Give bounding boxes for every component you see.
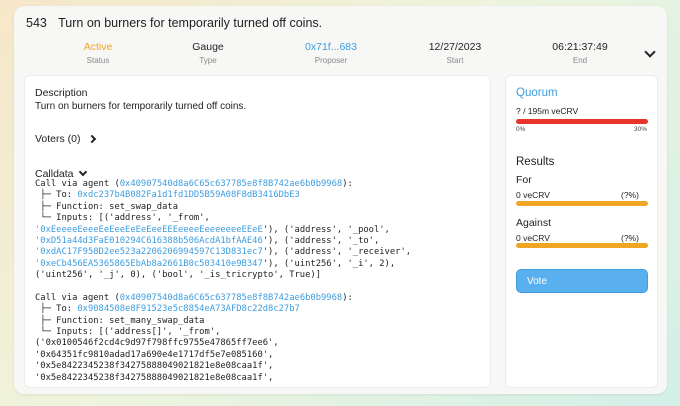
calldata-text: ): — [342, 292, 353, 303]
calldata-line: Call via agent (0x40907540d8a6C65c637785… — [35, 293, 485, 304]
calldata-line — [35, 282, 485, 293]
calldata-line: '0x5e8422345238f34275888049021821e8e08ca… — [35, 373, 485, 384]
proposal-meta: Active Status Gauge Type 0x71f...683 Pro… — [14, 41, 667, 75]
calldata-text: └─ Inputs: [('address[]', '_from', — [35, 327, 221, 338]
calldata-address-link[interactable]: 0x40907540d8a6C65c637785e8f8B742ae6b0b99… — [120, 293, 342, 303]
calldata-line: '0x64351fc9810adad17a690e4e1717df5e7e085… — [35, 350, 485, 361]
calldata-line: '0xeCb456EA5365865EbAb8a2661B0c503410e9B… — [35, 259, 485, 270]
calldata-address-link[interactable]: '0xD51a44d3FaE010294C616388b506AcdA1bfAA… — [35, 236, 263, 246]
meta-start-value: 12/27/2023 — [428, 41, 482, 53]
calldata-line: '0xEeeeeEeeeEeEeeEeEeEeeEEEeeeeEeeeeeeeE… — [35, 225, 485, 236]
meta-start: 12/27/2023 Start — [400, 41, 510, 65]
calldata-text: ('uint256', '_j', 0), ('bool', '_is_tric… — [35, 270, 321, 281]
quorum-min-label: 0% — [516, 126, 526, 133]
meta-proposer-label: Proposer — [314, 56, 348, 65]
calldata-text: ├─ Function: set_many_swap_data — [35, 315, 205, 326]
chevron-down-icon — [78, 167, 87, 177]
calldata-text: Call via agent ( — [35, 179, 120, 189]
voting-panel: Quorum ? / 195m veCRV 0% 30% Results For… — [505, 75, 658, 388]
calldata-text: '), ('address', '_pool', — [262, 224, 390, 235]
vote-button[interactable]: Vote — [516, 269, 648, 293]
calldata-text: Call via agent ( — [35, 292, 120, 303]
calldata-address-link[interactable]: 0x40907540d8a6C65c637785e8f8B742ae6b0b99… — [120, 179, 342, 189]
calldata-line: ├─ To: 0xdc237b4B082Fa1d1fd1DD5B59A08F8d… — [35, 190, 485, 201]
calldata-line: Call via agent (0x40907540d8a6C65c637785… — [35, 179, 485, 190]
quorum-title: Quorum — [516, 87, 558, 99]
meta-type-value: Gauge — [192, 41, 224, 53]
calldata-line: ('uint256', '_j', 0), ('bool', '_is_tric… — [35, 270, 485, 281]
calldata-text: ├─ Function: set_swap_data — [35, 201, 178, 212]
meta-start-label: Start — [446, 56, 464, 65]
proposal-header: 543 Turn on burners for temporarily turn… — [26, 16, 322, 30]
proposal-details-panel: Description Turn on burners for temporar… — [24, 75, 491, 388]
calldata-text: ): — [342, 179, 353, 189]
meta-status: Active Status — [43, 41, 153, 65]
meta-end: 06:21:37:49 End — [525, 41, 635, 65]
meta-proposer-link[interactable]: 0x71f...683 — [276, 41, 386, 53]
calldata-address-link[interactable]: '0xdAC17F958D2ee523a2206206994597C13D831… — [35, 247, 263, 257]
calldata-line: ├─ Function: set_swap_data — [35, 202, 485, 213]
calldata-text: '0x5e8422345238f34275888049021821e8e08ca… — [35, 361, 274, 372]
for-amount: 0 veCRV — [516, 190, 550, 200]
chevron-right-icon — [87, 134, 96, 144]
calldata-text: ('0x0100546f2cd4c9d97f798ffc9755e47865ff… — [35, 338, 279, 349]
calldata-line: ├─ Function: set_many_swap_data — [35, 316, 485, 327]
calldata-line: ├─ To: 0x9084508e8F91523e5c8854eA73AFD8c… — [35, 304, 485, 315]
against-amount: 0 veCRV — [516, 233, 550, 243]
meta-end-label: End — [572, 56, 588, 65]
quorum-max-label: 30% — [634, 126, 648, 133]
calldata-text: └─ Inputs: [('address', '_from', — [35, 213, 210, 224]
against-progress-bar — [516, 243, 648, 248]
calldata-text: '), ('uint256', '_i', 2), — [262, 258, 396, 269]
proposal-title: Turn on burners for temporarily turned o… — [58, 16, 323, 30]
calldata-line: '0x5e8422345238f34275888049021821e8e08ca… — [35, 361, 485, 372]
calldata-text: '), ('address', '_receiver', — [262, 247, 412, 258]
calldata-line: ('0x0100546f2cd4c9d97f798ffc9755e47865ff… — [35, 338, 485, 349]
proposal-number: 543 — [26, 16, 47, 30]
results-heading: Results — [516, 156, 555, 168]
proposal-card: 543 Turn on burners for temporarily turn… — [14, 6, 667, 394]
for-progress-bar — [516, 201, 648, 206]
meta-type-label: Type — [199, 56, 217, 65]
calldata-text: ├─ To: — [35, 190, 78, 201]
calldata-text: '0x5e8422345238f34275888049021821e8e08ca… — [35, 372, 274, 383]
quorum-progress-bar — [516, 119, 648, 124]
calldata-line: └─ Inputs: [('address[]', '_from', — [35, 327, 485, 338]
voters-label: Voters (0) — [35, 133, 81, 145]
calldata-address-link[interactable]: '0xeCb456EA5365865EbAb8a2661B0c503410e9B… — [35, 259, 263, 269]
calldata-text: '), ('address', '_to', — [262, 235, 380, 246]
against-label: Against — [516, 217, 552, 229]
calldata-text: '0x64351fc9810adad17a690e4e1717df5e7e085… — [35, 349, 274, 360]
meta-status-label: Status — [86, 56, 110, 65]
calldata-line: '0xdAC17F958D2ee523a2206206994597C13D831… — [35, 247, 485, 258]
for-percent: (?%) — [621, 190, 639, 200]
meta-end-value: 06:21:37:49 — [552, 41, 608, 53]
voters-toggle[interactable]: Voters (0) — [35, 133, 96, 145]
calldata-line: └─ Inputs: [('address', '_from', — [35, 213, 485, 224]
description-heading: Description — [35, 87, 88, 99]
calldata-address-link[interactable]: '0xEeeeeEeeeEeEeeEeEeEeeEEEeeeeEeeeeeeeE… — [35, 225, 263, 235]
calldata-line: '0xD51a44d3FaE010294C616388b506AcdA1bfAA… — [35, 236, 485, 247]
calldata-text: ├─ To: — [35, 304, 78, 315]
quorum-value: ? / 195m veCRV — [516, 106, 579, 116]
for-label: For — [516, 174, 532, 186]
meta-proposer: 0x71f...683 Proposer — [276, 41, 386, 65]
meta-status-value: Active — [83, 41, 113, 53]
against-percent: (?%) — [621, 233, 639, 243]
meta-type: Gauge Type — [153, 41, 263, 65]
calldata-address-link[interactable]: 0xdc237b4B082Fa1d1fd1DD5B59A08F8dB3416Db… — [77, 190, 299, 200]
calldata-code: Call via agent (0x40907540d8a6C65c637785… — [35, 179, 485, 384]
calldata-address-link[interactable]: 0x9084508e8F91523e5c8854eA73AFD8c22d8c27… — [77, 304, 299, 314]
description-text: Turn on burners for temporarily turned o… — [35, 101, 247, 112]
